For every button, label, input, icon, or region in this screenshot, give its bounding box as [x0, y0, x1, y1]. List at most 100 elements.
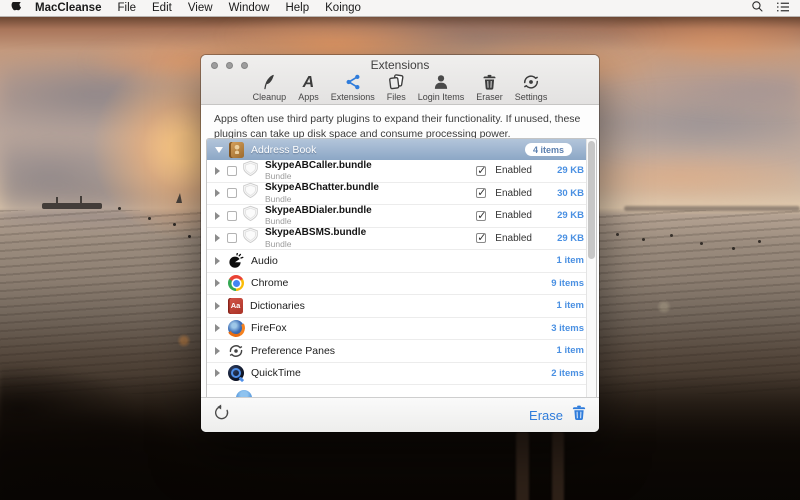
bundle-size: 30 KB: [532, 188, 584, 199]
category-count: 2 items: [551, 368, 584, 379]
disclosure-closed-icon[interactable]: [215, 347, 220, 355]
menu-item-view[interactable]: View: [188, 2, 213, 14]
chrome-icon: [228, 275, 244, 291]
toolbar-files[interactable]: Files: [387, 72, 406, 102]
category-row-quicktime[interactable]: QuickTime 2 items: [207, 363, 596, 386]
category-row-preference-panes[interactable]: Preference Panes 1 item: [207, 340, 596, 363]
select-checkbox[interactable]: [227, 166, 237, 176]
audio-icon: [228, 253, 244, 269]
bundle-size: 29 KB: [532, 210, 584, 221]
category-row-partial[interactable]: [207, 385, 596, 397]
bundle-name: SkypeABChatter.bundle: [265, 183, 379, 193]
feather-icon: [260, 72, 278, 91]
person-legs-silhouette: [516, 430, 529, 500]
category-row-firefox[interactable]: FireFox 3 items: [207, 318, 596, 341]
disclosure-closed-icon[interactable]: [215, 189, 220, 197]
select-checkbox[interactable]: [227, 188, 237, 198]
plugin-shield-icon: [242, 182, 259, 204]
select-checkbox[interactable]: [227, 233, 237, 243]
toolbar-login-items-label: Login Items: [418, 92, 465, 102]
group-header-address-book[interactable]: Address Book 4 items: [207, 139, 596, 160]
notification-center-icon[interactable]: [776, 1, 790, 16]
menu-item-koingo[interactable]: Koingo: [325, 2, 361, 14]
disclosure-closed-icon[interactable]: [215, 324, 220, 332]
toolbar-extensions-selected[interactable]: Extensions: [331, 72, 375, 102]
address-book-icon: [229, 142, 244, 158]
menu-app-name[interactable]: MacCleanse: [35, 2, 101, 14]
erase-button-label[interactable]: Erase: [529, 408, 563, 423]
enabled-checkbox[interactable]: [476, 166, 486, 176]
disclosure-closed-icon[interactable]: [215, 234, 220, 242]
disclosure-closed-icon[interactable]: [215, 167, 220, 175]
category-name: Audio: [251, 255, 278, 267]
scrollbar-thumb[interactable]: [588, 141, 595, 259]
toolbar-cleanup-label: Cleanup: [253, 92, 287, 102]
toolbar-login-items[interactable]: Login Items: [418, 72, 465, 102]
bundle-size: 29 KB: [532, 233, 584, 244]
disclosure-closed-icon[interactable]: [215, 302, 220, 310]
letter-a-icon: A: [303, 72, 315, 91]
category-count: 1 item: [557, 255, 584, 266]
refresh-button[interactable]: [213, 404, 230, 426]
safari-icon: [236, 390, 252, 397]
bundle-name: SkypeABSMS.bundle: [265, 228, 366, 238]
person-icon: [432, 72, 450, 91]
plugin-shield-icon: [242, 160, 259, 182]
disclosure-open-icon[interactable]: [215, 147, 223, 153]
window-footer: Erase: [201, 397, 599, 432]
window-titlebar: Extensions Cleanup A Apps Extensions: [201, 55, 599, 105]
enabled-checkbox[interactable]: [476, 233, 486, 243]
swirl-eye-icon: [522, 72, 540, 91]
disclosure-closed-icon[interactable]: [215, 212, 220, 220]
toolbar-settings[interactable]: Settings: [515, 72, 548, 102]
menu-item-file[interactable]: File: [117, 2, 136, 14]
category-count: 9 items: [551, 278, 584, 289]
bundle-row[interactable]: SkypeABSMS.bundle Bundle Enabled 29 KB: [207, 228, 596, 251]
category-count: 1 item: [557, 345, 584, 356]
toolbar: Cleanup A Apps Extensions Files: [201, 72, 599, 102]
bundle-type: Bundle: [265, 195, 379, 204]
enabled-label: Enabled: [495, 233, 532, 244]
enabled-label: Enabled: [495, 188, 532, 199]
category-name: FireFox: [251, 322, 287, 334]
bundle-row[interactable]: SkypeABDialer.bundleBundle Enabled 29 KB: [207, 205, 596, 228]
disclosure-closed-icon[interactable]: [215, 369, 220, 377]
category-name: Chrome: [251, 277, 288, 289]
bundle-row[interactable]: SkypeABChatter.bundle Bundle Enabled 30 K…: [207, 183, 596, 206]
select-checkbox[interactable]: [227, 211, 237, 221]
category-row-chrome[interactable]: Chrome 9 items: [207, 273, 596, 296]
toolbar-eraser[interactable]: Eraser: [476, 72, 503, 102]
category-count: 3 items: [551, 323, 584, 334]
quicktime-icon: [228, 365, 244, 381]
toolbar-cleanup[interactable]: Cleanup: [253, 72, 287, 102]
menu-item-help[interactable]: Help: [285, 2, 309, 14]
menu-item-window[interactable]: Window: [229, 2, 270, 14]
category-row-dictionaries[interactable]: Aa Dictionaries 1 item: [207, 295, 596, 318]
bundle-type: Bundle: [265, 240, 366, 249]
bundle-name: SkypeABDialer.bundle: [265, 206, 372, 216]
spotlight-search-icon[interactable]: [751, 0, 764, 16]
toolbar-settings-label: Settings: [515, 92, 548, 102]
toolbar-extensions-label: Extensions: [331, 92, 375, 102]
extensions-list: Address Book 4 items SkypeABCaller.bundl…: [206, 138, 597, 397]
bundle-row[interactable]: SkypeABCaller.bundleBundle Enabled 29 KB: [207, 160, 596, 183]
dictionary-book-icon: Aa: [228, 298, 243, 314]
category-row-audio[interactable]: Audio 1 item: [207, 250, 596, 273]
disclosure-closed-icon[interactable]: [215, 257, 220, 265]
group-name: Address Book: [251, 144, 316, 156]
erase-trash-icon[interactable]: [571, 404, 587, 426]
apple-menu-icon[interactable]: [10, 2, 21, 15]
enabled-checkbox[interactable]: [476, 211, 486, 221]
description-text: Apps often use third party plugins to ex…: [201, 105, 599, 142]
category-name: Preference Panes: [251, 345, 335, 357]
toolbar-eraser-label: Eraser: [476, 92, 503, 102]
window-title: Extensions: [201, 58, 599, 72]
menu-item-edit[interactable]: Edit: [152, 2, 172, 14]
firefox-icon: [228, 320, 244, 336]
category-count: 1 item: [557, 300, 584, 311]
trash-icon: [481, 72, 498, 91]
toolbar-apps[interactable]: A Apps: [298, 72, 319, 102]
disclosure-closed-icon[interactable]: [215, 279, 220, 287]
scrollbar-track[interactable]: [586, 139, 596, 397]
enabled-checkbox[interactable]: [476, 188, 486, 198]
